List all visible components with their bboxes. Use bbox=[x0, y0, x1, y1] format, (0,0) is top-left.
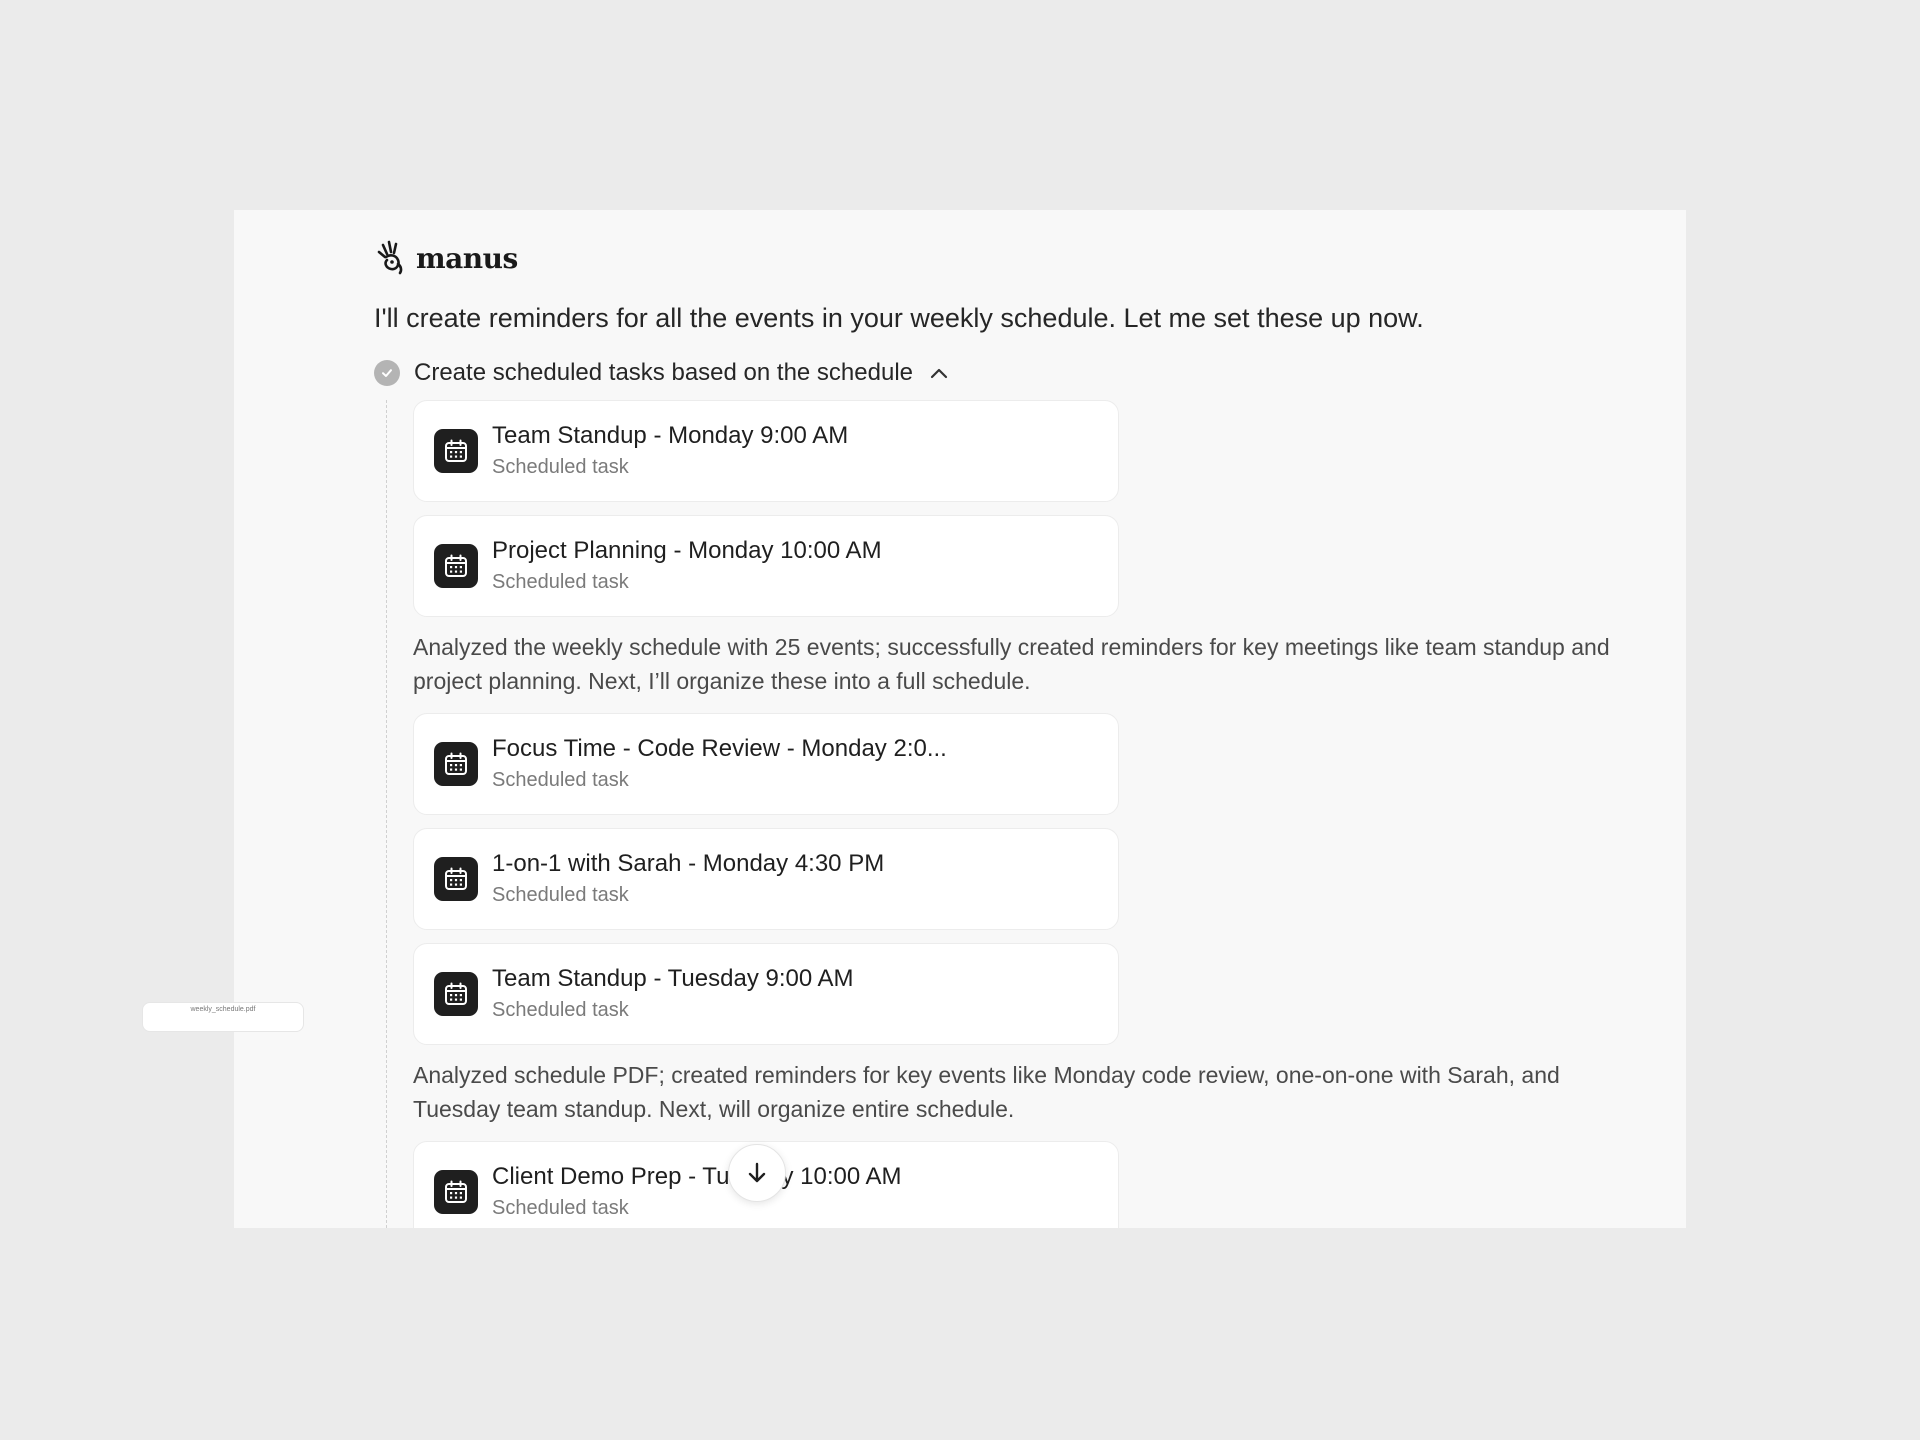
brand-name: manus bbox=[416, 241, 518, 275]
calendar-icon bbox=[434, 429, 478, 473]
calendar-icon bbox=[434, 544, 478, 588]
attachment-preview[interactable]: weekly_schedule.pdf bbox=[142, 1002, 304, 1032]
step-header[interactable]: Create scheduled tasks based on the sche… bbox=[374, 356, 1634, 390]
chat-panel: manus I'll create reminders for all the … bbox=[234, 210, 1686, 1228]
chevron-up-icon[interactable] bbox=[929, 363, 949, 383]
calendar-icon bbox=[434, 1170, 478, 1214]
attachment-filename: weekly_schedule.pdf bbox=[190, 1006, 256, 1013]
check-circle-icon bbox=[374, 360, 400, 386]
task-subtitle: Scheduled task bbox=[492, 769, 629, 791]
calendar-icon bbox=[434, 742, 478, 786]
scheduled-task-card[interactable]: 1-on-1 with Sarah - Monday 4:30 PM Sched… bbox=[413, 828, 1119, 930]
progress-summary: Analyzed the weekly schedule with 25 eve… bbox=[413, 634, 1610, 694]
scheduled-task-card[interactable]: Focus Time - Code Review - Monday 2:0...… bbox=[413, 713, 1119, 815]
calendar-icon bbox=[434, 972, 478, 1016]
scheduled-task-card[interactable]: Team Standup - Tuesday 9:00 AM Scheduled… bbox=[413, 943, 1119, 1045]
task-title: 1-on-1 with Sarah - Monday 4:30 PM bbox=[492, 850, 885, 877]
task-title: Client Demo Prep - Tuesday 10:00 AM bbox=[492, 1163, 902, 1190]
brand-header: manus bbox=[374, 236, 1634, 280]
scroll-to-bottom-button[interactable] bbox=[728, 1144, 786, 1202]
task-subtitle: Scheduled task bbox=[492, 884, 629, 906]
task-subtitle: Scheduled task bbox=[492, 999, 629, 1021]
manus-hand-logo-icon bbox=[377, 240, 403, 275]
task-title: Team Standup - Monday 9:00 AM bbox=[492, 422, 849, 449]
task-title: Project Planning - Monday 10:00 AM bbox=[492, 537, 882, 564]
task-subtitle: Scheduled task bbox=[492, 1197, 629, 1219]
task-title: Focus Time - Code Review - Monday 2:0... bbox=[492, 735, 947, 762]
scheduled-task-card[interactable]: Project Planning - Monday 10:00 AM Sched… bbox=[413, 515, 1119, 617]
assistant-message: I'll create reminders for all the events… bbox=[374, 303, 1424, 333]
step-timeline: Team Standup - Monday 9:00 AM Scheduled … bbox=[374, 400, 1634, 1228]
scheduled-task-card[interactable]: Team Standup - Monday 9:00 AM Scheduled … bbox=[413, 400, 1119, 502]
progress-summary: Analyzed schedule PDF; created reminders… bbox=[413, 1062, 1560, 1122]
task-subtitle: Scheduled task bbox=[492, 456, 629, 478]
arrow-down-icon bbox=[748, 1162, 766, 1183]
step-title: Create scheduled tasks based on the sche… bbox=[414, 359, 913, 386]
task-title: Team Standup - Tuesday 9:00 AM bbox=[492, 965, 854, 992]
task-subtitle: Scheduled task bbox=[492, 571, 629, 593]
calendar-icon bbox=[434, 857, 478, 901]
timeline-connector bbox=[386, 400, 387, 1228]
chat-content: manus I'll create reminders for all the … bbox=[374, 236, 1634, 1228]
